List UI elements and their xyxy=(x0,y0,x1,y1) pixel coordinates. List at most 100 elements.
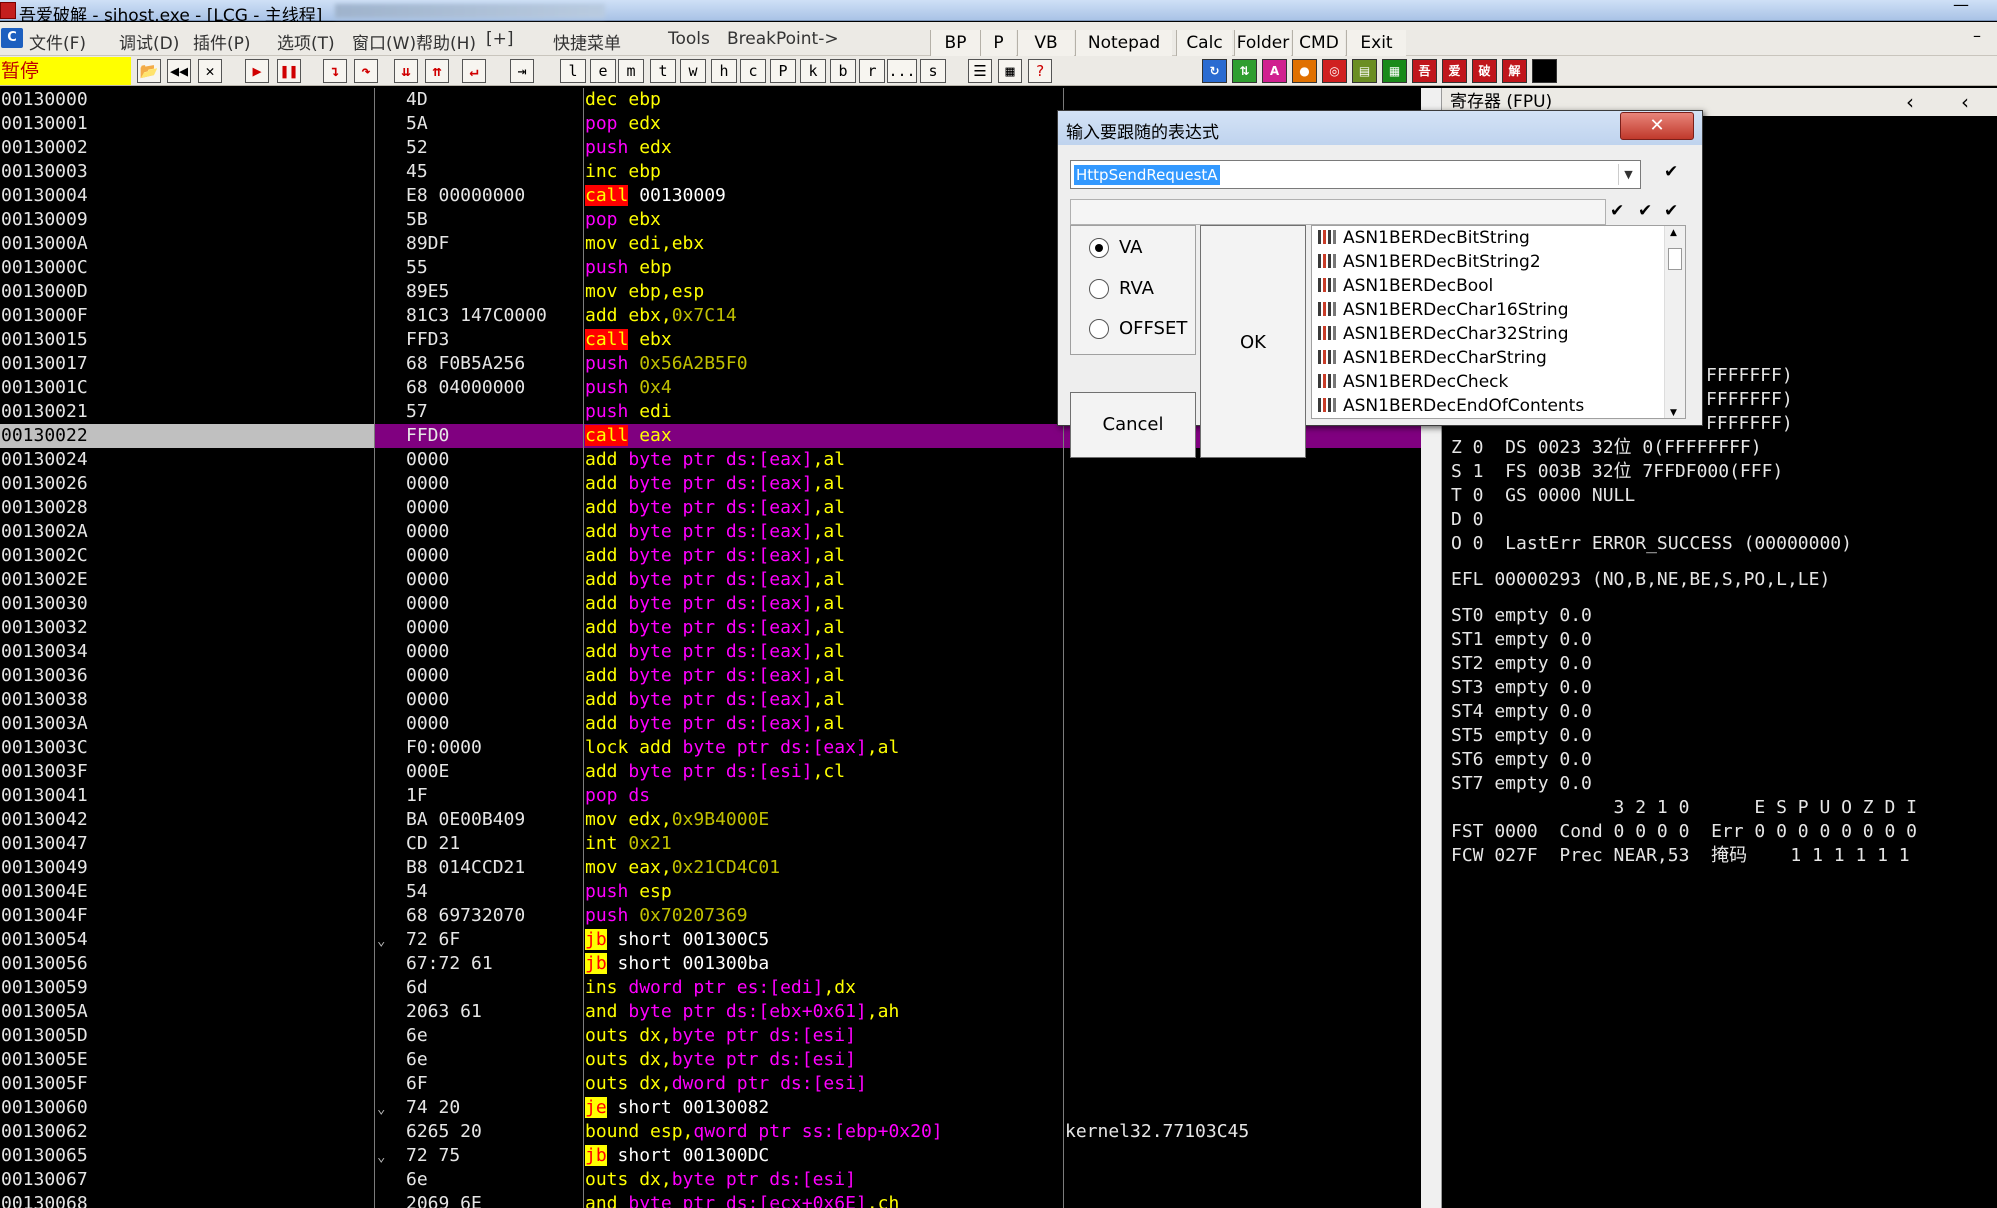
api-list-item[interactable]: ASN1BERDecBitString xyxy=(1318,228,1530,248)
disasm-row[interactable]: 00130034 0000 add byte ptr ds:[eax],al xyxy=(0,640,1421,664)
register-line[interactable]: Z 0 DS 0023 32位 0(FFFFFFFF) xyxy=(1451,436,1762,460)
window-button[interactable]: h xyxy=(711,59,737,83)
cancel-button[interactable]: Cancel xyxy=(1070,392,1196,458)
disasm-row[interactable]: 00130049 B8 014CCD21 mov eax,0x21CD4C01 xyxy=(0,856,1421,880)
chip-icon[interactable]: ▤ xyxy=(1352,59,1377,83)
menu-item[interactable]: BreakPoint-> xyxy=(727,29,839,49)
disasm-row[interactable]: 0013002A 0000 add byte ptr ds:[eax],al xyxy=(0,520,1421,544)
api-list-item[interactable]: ASN1BERDecChar32String xyxy=(1318,324,1568,344)
disasm-row[interactable]: 0013003A 0000 add byte ptr ds:[eax],al xyxy=(0,712,1421,736)
plugin-logo-button[interactable]: 解 xyxy=(1502,59,1527,83)
list-scrollbar[interactable]: ▲ ▼ xyxy=(1664,226,1685,418)
register-line[interactable]: T 0 GS 0000 NULL xyxy=(1451,484,1635,508)
api-list-item[interactable]: ASN1BERDecCheck xyxy=(1318,372,1508,392)
menu-item[interactable]: 选项(T) xyxy=(277,29,335,54)
scroll-down-icon[interactable]: ▼ xyxy=(1670,408,1677,418)
plugin-logo-button[interactable]: 爱 xyxy=(1442,59,1467,83)
disasm-row[interactable]: 0013005F 6F outs dx,dword ptr ds:[esi] xyxy=(0,1072,1421,1096)
black-square-icon[interactable] xyxy=(1532,59,1557,83)
disasm-row[interactable]: 00130067 6e outs dx,byte ptr ds:[esi] xyxy=(0,1168,1421,1192)
dropdown-arrow-icon[interactable]: ▼ xyxy=(1618,164,1638,185)
menu-minimize-button[interactable]: – xyxy=(1973,26,1981,45)
expression-combobox[interactable]: HttpSendRequestA ▼ xyxy=(1070,160,1641,189)
disasm-row[interactable]: 00130047 CD 21 int 0x21 xyxy=(0,832,1421,856)
disasm-row[interactable]: 00130032 0000 add byte ptr ds:[eax],al xyxy=(0,616,1421,640)
window-button[interactable]: e xyxy=(590,59,616,83)
close-icon[interactable]: ✕ xyxy=(198,59,222,83)
register-line[interactable]: ST2 empty 0.0 xyxy=(1451,652,1592,676)
window-button[interactable]: b xyxy=(830,59,856,83)
minimize-button[interactable]: — xyxy=(1941,0,1981,18)
disasm-row[interactable]: 00130054 ⌄ 72 6F jb short 001300C5 xyxy=(0,928,1421,952)
api-list-item[interactable]: ASN1BERDecCharString xyxy=(1318,348,1547,368)
disasm-row[interactable]: 0013004E 54 push esp xyxy=(0,880,1421,904)
list-scroll-thumb[interactable] xyxy=(1668,248,1682,270)
disasm-row[interactable]: 00130036 0000 add byte ptr ds:[eax],al xyxy=(0,664,1421,688)
expression-secondary-field[interactable] xyxy=(1070,199,1606,225)
register-line[interactable]: S 1 FS 003B 32位 7FFDF000(FFF) xyxy=(1451,460,1783,484)
radio-va[interactable]: VA xyxy=(1089,237,1142,258)
execute-till-return-icon[interactable]: ↵ xyxy=(462,59,486,83)
disasm-row[interactable]: 0013002C 0000 add byte ptr ds:[eax],al xyxy=(0,544,1421,568)
chevron-left-icon[interactable]: ‹ xyxy=(1906,90,1914,114)
register-line[interactable]: ST4 empty 0.0 xyxy=(1451,700,1592,724)
api-list-item[interactable]: ASN1BERDecEndOfContents xyxy=(1318,396,1584,416)
api-list-item[interactable]: ASN1BERDecChar16String xyxy=(1318,300,1568,320)
menu-item[interactable]: Tools xyxy=(668,29,710,49)
menu-item[interactable]: 帮助(H) xyxy=(416,29,476,54)
target-icon[interactable]: ◎ xyxy=(1322,59,1347,83)
window-button[interactable]: r xyxy=(859,59,885,83)
register-line[interactable]: 3 2 1 0 E S P U O Z D I xyxy=(1451,796,1917,820)
disasm-row[interactable]: 00130026 0000 add byte ptr ds:[eax],al xyxy=(0,472,1421,496)
play-icon[interactable]: ▶ xyxy=(245,59,269,83)
expression-input[interactable]: HttpSendRequestA xyxy=(1074,165,1220,185)
checkmark-icon[interactable]: ✔ xyxy=(1664,162,1678,182)
register-line[interactable]: FCW 027F Prec NEAR,53 掩码 1 1 1 1 1 1 xyxy=(1451,844,1910,868)
disasm-row[interactable]: 0013003C F0:0000 lock add byte ptr ds:[eax… xyxy=(0,736,1421,760)
disasm-row[interactable]: 0013005D 6e outs dx,byte ptr ds:[esi] xyxy=(0,1024,1421,1048)
register-line[interactable]: ST7 empty 0.0 xyxy=(1451,772,1592,796)
radio-offset[interactable]: OFFSET xyxy=(1089,318,1187,339)
disasm-row[interactable]: 00130059 6d ins dword ptr es:[edi],dx xyxy=(0,976,1421,1000)
window-button[interactable]: P xyxy=(770,59,796,83)
menu-item[interactable]: 快捷菜单 xyxy=(553,29,621,54)
pause-icon[interactable]: ❚❚ xyxy=(277,59,301,83)
register-line[interactable]: ST1 empty 0.0 xyxy=(1451,628,1592,652)
window-button[interactable]: c xyxy=(740,59,766,83)
close-button[interactable]: ✕ xyxy=(1620,112,1694,140)
api-suggestion-list[interactable]: ▲ ▼ ASN1BERDecBitString ASN1BERDecBitStri… xyxy=(1311,225,1686,419)
register-line[interactable]: ST5 empty 0.0 xyxy=(1451,724,1592,748)
disasm-row[interactable]: 00130068 2069 6E and byte ptr ds:[ecx+0x6E… xyxy=(0,1192,1421,1208)
go-to-icon[interactable]: ⇥ xyxy=(510,59,534,83)
api-list-item[interactable]: ASN1BERDecBitString2 xyxy=(1318,252,1541,272)
step-over-icon[interactable]: ↷ xyxy=(354,59,378,83)
ok-button[interactable]: OK xyxy=(1200,225,1306,458)
register-line[interactable]: D 0 xyxy=(1451,508,1484,532)
disasm-row[interactable]: 00130028 0000 add byte ptr ds:[eax],al xyxy=(0,496,1421,520)
checkmark-icon[interactable]: ✔ xyxy=(1664,201,1678,221)
disasm-row[interactable]: 0013002E 0000 add byte ptr ds:[eax],al xyxy=(0,568,1421,592)
grid-icon[interactable]: ▦ xyxy=(998,59,1022,83)
c-icon[interactable]: C xyxy=(1,28,23,48)
disasm-row[interactable]: 00130038 0000 add byte ptr ds:[eax],al xyxy=(0,688,1421,712)
record-icon[interactable]: ● xyxy=(1292,59,1317,83)
rewind-icon[interactable]: ◀◀ xyxy=(167,59,191,83)
scroll-up-icon[interactable]: ▲ xyxy=(1670,228,1677,238)
register-line[interactable]: ST3 empty 0.0 xyxy=(1451,676,1592,700)
register-line[interactable]: FST 0000 Cond 0 0 0 0 Err 0 0 0 0 0 0 0 … xyxy=(1451,820,1917,844)
disasm-row[interactable]: 00130041 1F pop ds xyxy=(0,784,1421,808)
menu-item[interactable]: 窗口(W) xyxy=(352,29,416,54)
window-button[interactable]: l xyxy=(560,59,586,83)
window-button[interactable]: t xyxy=(650,59,676,83)
step-into-icon[interactable]: ↴ xyxy=(323,59,347,83)
plugin-logo-button[interactable]: 破 xyxy=(1472,59,1497,83)
menu-item[interactable]: [+] xyxy=(486,29,514,49)
disasm-row[interactable]: 0013005E 6e outs dx,byte ptr ds:[esi] xyxy=(0,1048,1421,1072)
trace-into-icon[interactable]: ⇊ xyxy=(394,59,418,83)
disasm-row[interactable]: 0013003F 000E add byte ptr ds:[esi],cl xyxy=(0,760,1421,784)
disasm-row[interactable]: 00130065 ⌄ 72 75 jb short 001300DC xyxy=(0,1144,1421,1168)
api-list-item[interactable]: ASN1BERDecBool xyxy=(1318,276,1493,296)
window-button[interactable]: k xyxy=(800,59,826,83)
register-line[interactable]: EFL 00000293 (NO,B,NE,BE,S,PO,L,LE) xyxy=(1451,568,1830,592)
trace-over-icon[interactable]: ⇈ xyxy=(425,59,449,83)
